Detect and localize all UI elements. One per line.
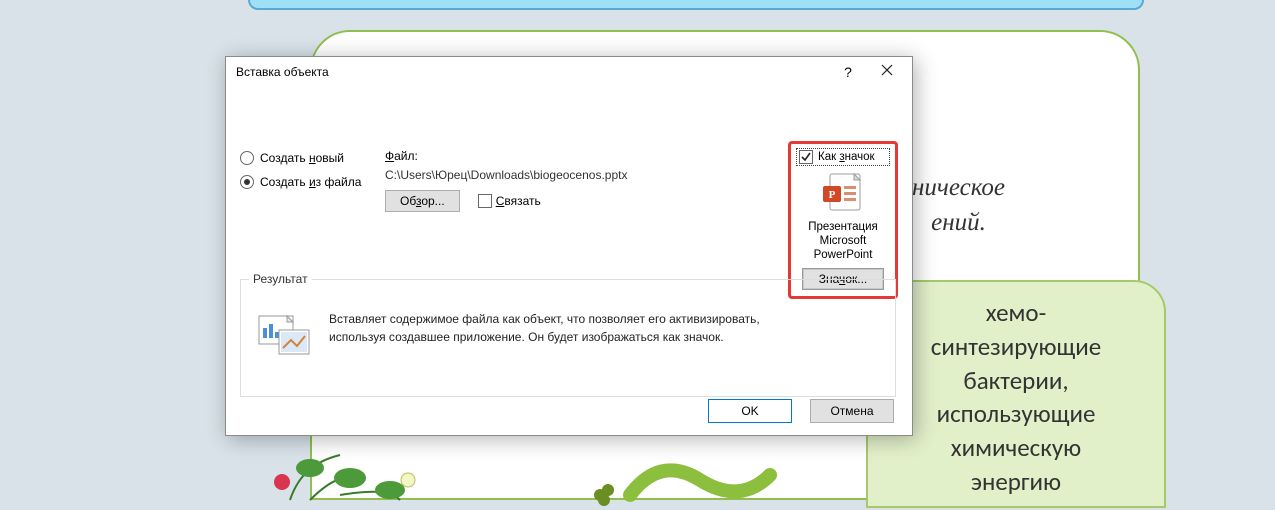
file-path-field[interactable]: C:\Users\Юрец\Downloads\biogeocenos.pptx xyxy=(385,165,795,188)
label-file-ul: и xyxy=(309,175,316,189)
radio-create-from-file[interactable]: Создать из файла xyxy=(240,175,382,189)
background-text-right: ническоеений. xyxy=(912,170,1005,240)
checkbox-icon xyxy=(478,194,492,208)
as-icon-checkbox[interactable]: Как значок xyxy=(796,148,890,166)
cancel-button[interactable]: Отмена xyxy=(810,399,894,423)
radio-icon-selected xyxy=(240,175,254,189)
radio-create-new[interactable]: Создать новый xyxy=(240,151,382,165)
result-group: Результат Вставляет содержимое файла как… xyxy=(240,279,896,397)
result-description: Вставляет содержимое файла как объект, ч… xyxy=(329,310,769,346)
link-checkbox[interactable]: Связать xyxy=(478,194,541,208)
powerpoint-file-icon: P xyxy=(820,172,866,214)
ok-button[interactable]: OK xyxy=(708,399,792,423)
close-icon xyxy=(881,64,893,76)
label-new-ul: н xyxy=(309,151,316,165)
label-file-suffix: з файла xyxy=(316,175,362,189)
file-label: Файл: xyxy=(385,149,795,163)
radio-icon xyxy=(240,151,254,165)
label-new-prefix: Создать xyxy=(260,151,306,165)
plant-illustration xyxy=(250,430,470,510)
top-banner xyxy=(248,0,1144,10)
worm-illustration xyxy=(570,450,790,510)
create-mode-radios: Создать новый Создать из файла xyxy=(240,151,382,199)
insert-object-dialog: Вставка объекта ? Создать новый Соз xyxy=(225,56,913,436)
browse-button[interactable]: Обзор... xyxy=(385,190,460,212)
result-group-title: Результат xyxy=(249,272,312,286)
label-new-suffix: овый xyxy=(316,151,344,165)
svg-text:P: P xyxy=(829,189,836,201)
label-file-prefix: Создать xyxy=(260,175,306,189)
help-button[interactable]: ? xyxy=(836,62,860,82)
file-area: Файл: C:\Users\Юрец\Downloads\biogeoceno… xyxy=(385,149,795,212)
dialog-title: Вставка объекта xyxy=(236,65,329,79)
icon-caption: Презентация Microsoft PowerPoint xyxy=(796,221,890,262)
as-icon-panel-highlighted: Как значок P Презентация Microsoft Power… xyxy=(788,141,898,299)
embed-object-icon xyxy=(255,310,315,358)
close-button[interactable] xyxy=(866,60,908,84)
dialog-titlebar: Вставка объекта ? xyxy=(226,57,912,87)
checkbox-checked-icon xyxy=(799,150,813,164)
